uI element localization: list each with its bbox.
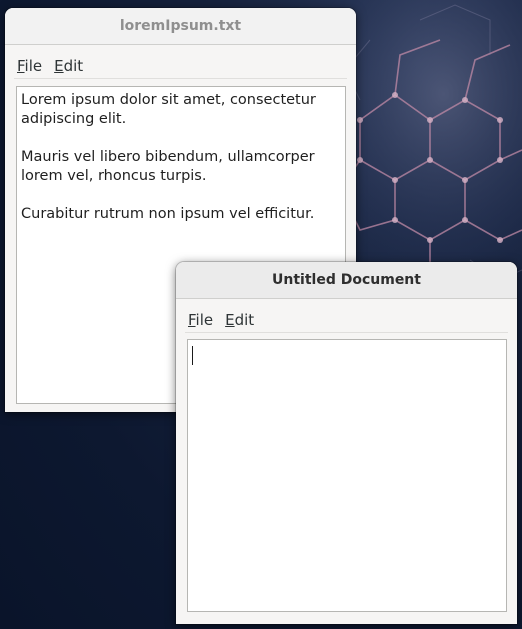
text-editor[interactable] xyxy=(187,339,507,612)
menu-file-mnemonic: F xyxy=(188,311,196,329)
paragraph: Lorem ipsum dolor sit amet, consectetur … xyxy=(21,92,316,127)
menu-file[interactable]: File xyxy=(14,57,48,75)
menu-edit[interactable]: Edit xyxy=(222,311,260,329)
menu-edit[interactable]: Edit xyxy=(51,57,89,75)
window-title-bar[interactable]: Untitled Document xyxy=(176,262,517,299)
menu-edit-mnemonic: E xyxy=(225,311,235,329)
menu-file-label: ile xyxy=(24,57,43,75)
menu-bar: File Edit xyxy=(176,299,517,333)
menu-edit-label: dit xyxy=(234,311,255,329)
menu-bar: File Edit xyxy=(5,45,356,79)
window-title: Untitled Document xyxy=(272,272,421,288)
window-title-bar[interactable]: loremIpsum.txt xyxy=(5,8,356,45)
text-caret xyxy=(192,346,193,365)
window-title: loremIpsum.txt xyxy=(119,18,242,34)
menu-edit-mnemonic: E xyxy=(54,57,64,75)
paragraph: Curabitur rutrum non ipsum vel efficitur… xyxy=(21,206,315,222)
menu-file[interactable]: File xyxy=(185,311,219,329)
menu-file-mnemonic: F xyxy=(17,57,25,75)
paragraph: Mauris vel libero bibendum, ullamcorper … xyxy=(21,149,315,184)
desktop: loremIpsum.txt File Edit Lorem ipsum dol… xyxy=(0,0,522,629)
menu-file-label: ile xyxy=(195,311,214,329)
window-untitled-document[interactable]: Untitled Document File Edit xyxy=(176,262,517,624)
menu-edit-label: dit xyxy=(63,57,84,75)
